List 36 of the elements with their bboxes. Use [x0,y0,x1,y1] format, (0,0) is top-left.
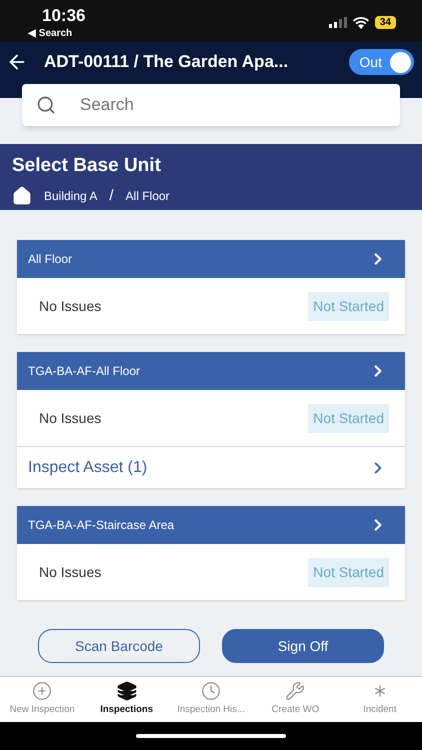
status-badge: Not Started [308,558,389,586]
search-bar[interactable]: Search [22,84,400,126]
unit-header[interactable]: TGA-BA-AF-All Floor [17,352,405,390]
page-title: ADT-00111 / The Garden Apa... [44,51,290,74]
home-icon[interactable] [12,186,32,206]
breadcrumb-separator: / [109,186,114,206]
back-to-search-link[interactable]: ◀ Search [12,26,86,41]
wrench-icon [285,681,306,702]
issues-label: No Issues [39,408,102,428]
tab-bar-item[interactable]: Create WO [253,677,338,722]
issues-label: No Issues [39,562,102,582]
tab-bar-item[interactable]: Inspection His... [168,677,254,722]
inspect-asset-row[interactable]: Inspect Asset (1) [17,446,405,488]
section-title: Select Base Unit [12,154,162,178]
tab-bar-item[interactable]: Inspections [84,677,169,722]
clock-icon [201,681,222,702]
issues-label: No Issues [39,296,102,316]
breadcrumb-item[interactable]: All Floor [126,186,170,205]
layers-icon [116,681,137,702]
tab-bar-item[interactable]: New Inspection [0,677,84,722]
scan-barcode-button[interactable]: Scan Barcode [38,629,200,663]
wifi-icon [352,16,369,28]
plus-circle-icon [32,681,52,702]
signal-icon [328,17,347,28]
search-field[interactable]: Search [80,92,386,118]
unit-header[interactable]: TGA-BA-AF-Staircase Area [17,506,405,544]
status-badge: Not Started [308,404,389,432]
tab-bar-item[interactable]: Incident [338,677,422,722]
out-toggle[interactable]: Out [349,49,414,75]
status-badge: Not Started [308,292,389,320]
battery-level: 34 [374,16,396,29]
sign-off-button[interactable]: Sign Off [222,629,384,663]
status-time: 10:36 [42,6,86,26]
breadcrumb-item[interactable]: Building A [44,186,98,205]
search-icon [36,95,56,115]
unit-header[interactable]: All Floor [17,240,405,278]
